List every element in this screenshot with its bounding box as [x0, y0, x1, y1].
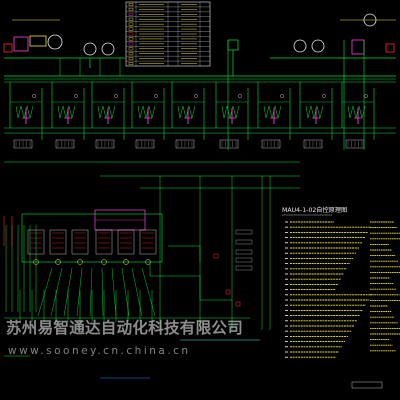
panel-title: MAU4-1-02自控原理图 — [282, 206, 347, 214]
watermark-company: 苏州易智通达自动化科技有限公司 — [6, 318, 243, 337]
watermark-url: www.sooney.cn.china.cn — [8, 345, 191, 357]
hvac-control-schematic: MAU4-1-02自控原理图 苏州易智通达自动化科技有限公司 www.soone… — [0, 0, 400, 400]
